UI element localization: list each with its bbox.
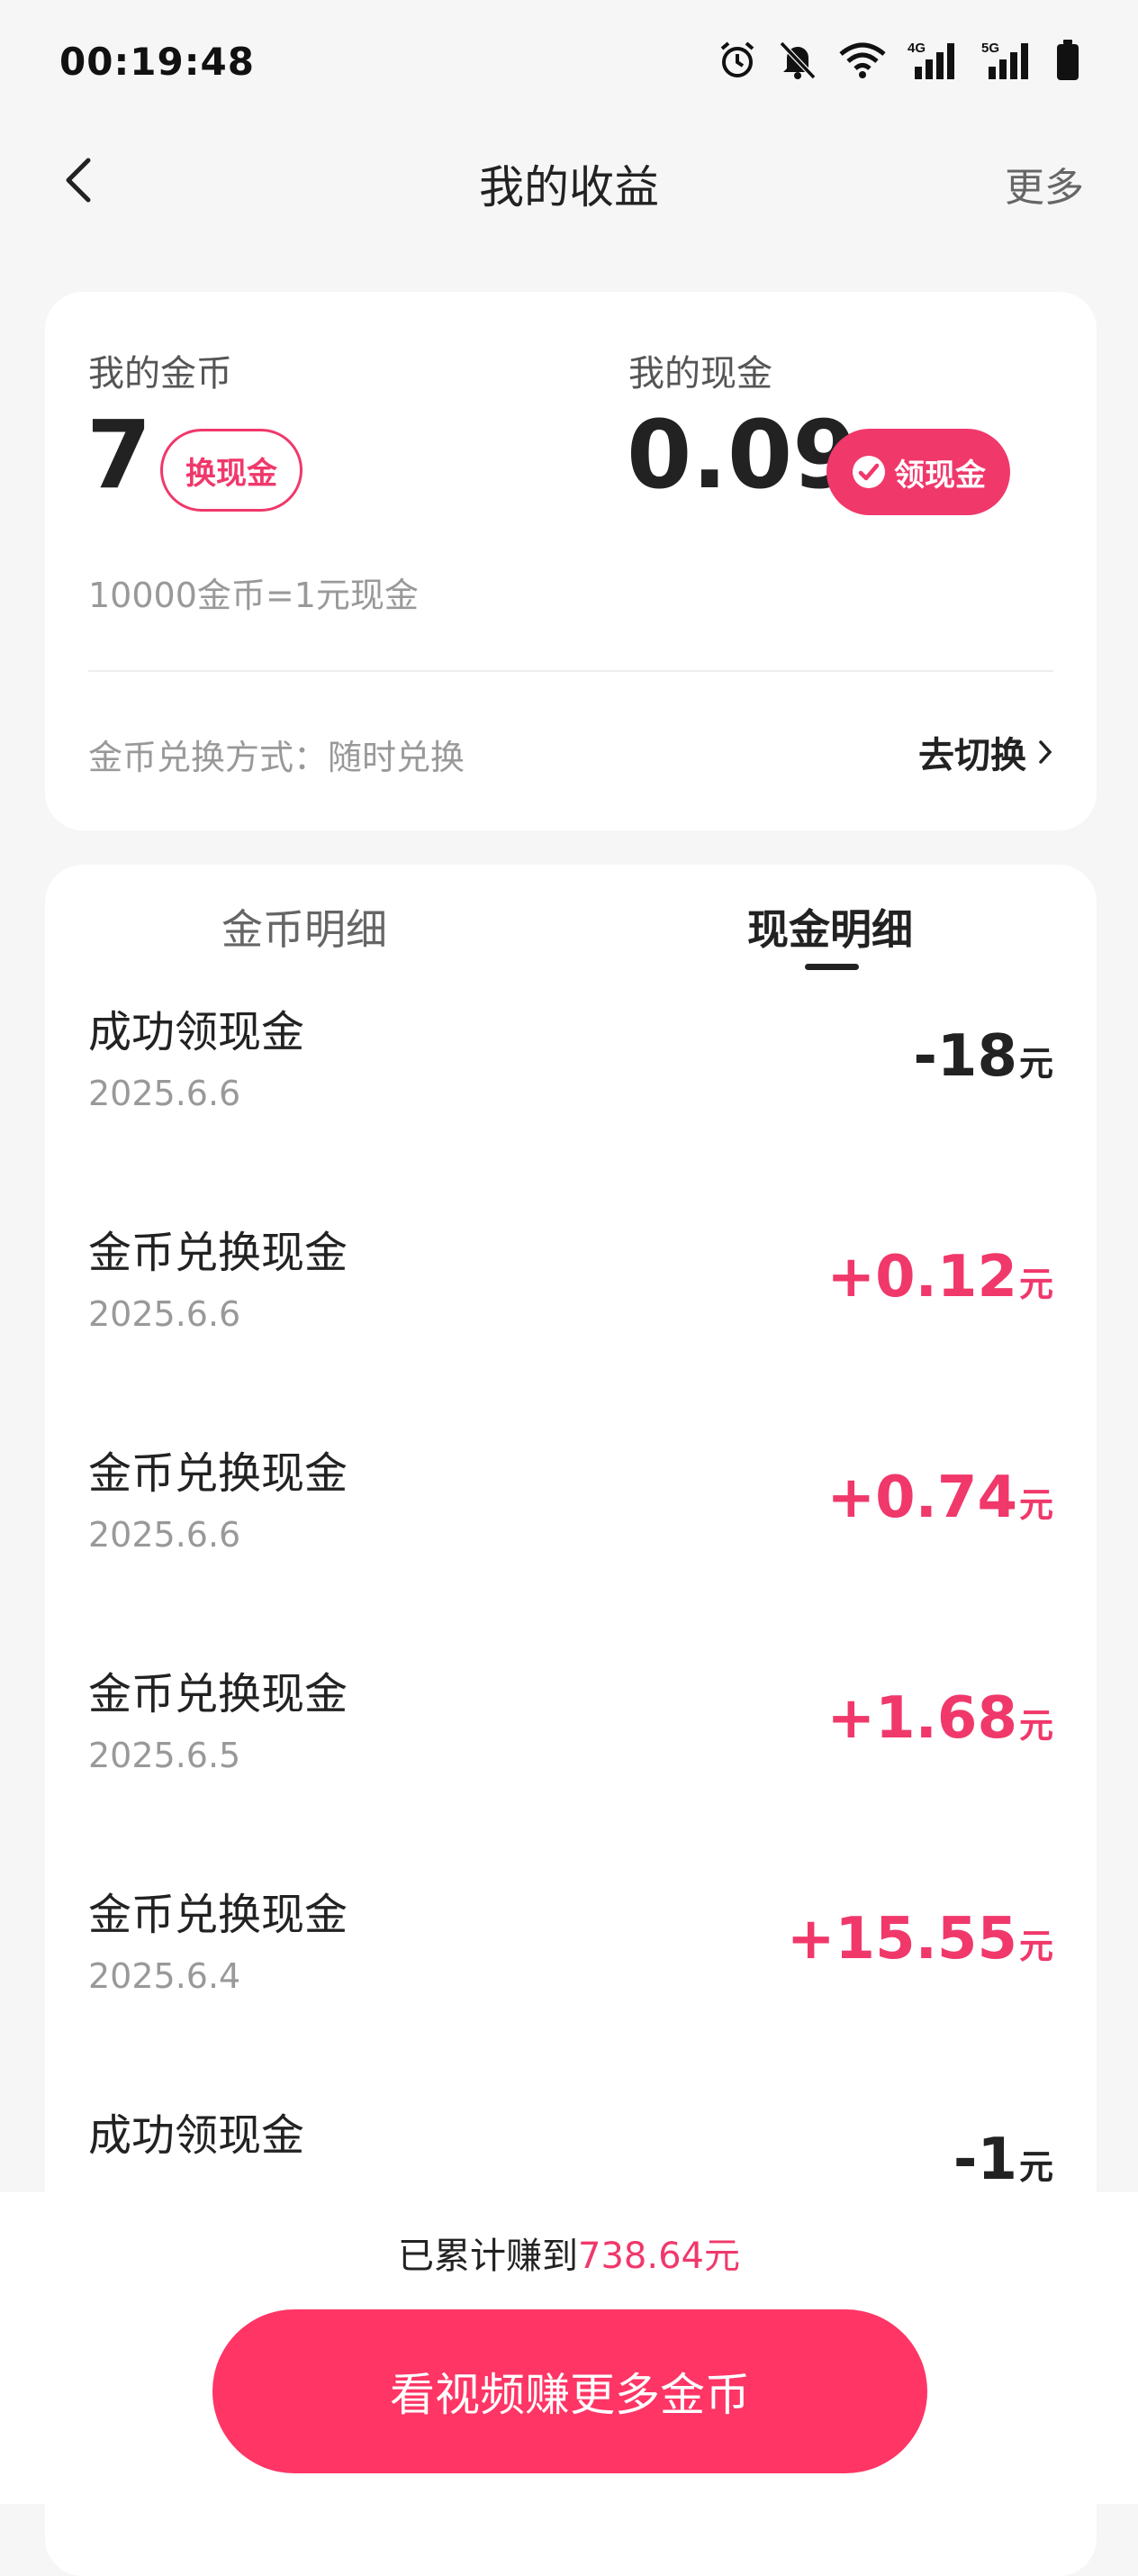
signal-5g-label: 5G xyxy=(981,41,999,56)
mute-bell-icon xyxy=(778,40,817,81)
transaction-title: 金币兑换现金 xyxy=(88,1669,348,1719)
chevron-right-icon xyxy=(1039,740,1052,764)
status-bar: 00:19:48 4G 5G xyxy=(0,0,1138,126)
transaction-amount: +1.68 元 xyxy=(826,1685,1053,1752)
withdraw-cash-label: 领现金 xyxy=(894,457,986,494)
active-tab-indicator xyxy=(805,964,859,970)
transaction-title: 成功领现金 xyxy=(88,1007,305,1057)
total-earned-prefix: 已累计赚到 xyxy=(398,2236,579,2277)
amount-value: +0.12 xyxy=(826,1244,1017,1311)
transaction-amount: -1 元 xyxy=(953,2127,1053,2193)
status-time: 00:19:48 xyxy=(59,40,255,84)
transaction-amount: +0.74 元 xyxy=(826,1465,1053,1531)
transaction-date: 2025.6.5 xyxy=(88,1736,241,1775)
tab-cash-detail[interactable]: 现金明细 xyxy=(747,897,913,957)
transaction-date: 2025.6.6 xyxy=(88,1515,241,1555)
transaction-title: 金币兑换现金 xyxy=(88,1448,348,1499)
transaction-amount: +0.12 元 xyxy=(826,1244,1053,1311)
amount-value: +0.74 xyxy=(826,1465,1017,1531)
transaction-title: 金币兑换现金 xyxy=(88,1228,348,1278)
amount-unit: 元 xyxy=(1018,1927,1053,1966)
amount-unit: 元 xyxy=(1018,1265,1053,1304)
list-item: 金币兑换现金 2025.6.6 +0.12 元 xyxy=(45,1204,1097,1425)
amount-value: -18 xyxy=(913,1023,1017,1090)
list-item: 金币兑换现金 2025.6.5 +1.68 元 xyxy=(45,1646,1097,1866)
coin-value: 7 xyxy=(86,400,152,510)
watch-video-button[interactable]: 看视频赚更多金币 xyxy=(212,2309,927,2473)
exchange-rate-text: 10000金币=1元现金 xyxy=(88,576,419,615)
total-earned-value: 738.64元 xyxy=(578,2236,740,2277)
exchange-cash-button[interactable]: 换现金 xyxy=(160,429,303,512)
exchange-method-text: 金币兑换方式：随时兑换 xyxy=(88,738,465,777)
signal-4g-icon: 4G xyxy=(908,40,962,81)
nav-bar: 我的收益 更多 xyxy=(0,126,1138,234)
amount-unit: 元 xyxy=(1018,1485,1053,1525)
list-item: 金币兑换现金 2025.6.4 +15.55 元 xyxy=(45,1866,1097,2087)
transaction-title: 成功领现金 xyxy=(88,2110,305,2161)
alarm-icon xyxy=(717,40,758,81)
amount-unit: 元 xyxy=(1018,2147,1053,2187)
page-title: 我的收益 xyxy=(479,161,659,213)
tab-coin-detail[interactable]: 金币明细 xyxy=(221,897,387,957)
switch-method-link[interactable]: 去切换 xyxy=(918,726,1053,778)
status-icons: 4G 5G xyxy=(717,40,1080,81)
wechat-pay-icon xyxy=(851,454,887,490)
amount-value: -1 xyxy=(953,2127,1017,2193)
coin-label: 我的金币 xyxy=(88,353,232,395)
list-item: 成功领现金 2025.6.6 -18 元 xyxy=(45,984,1097,1204)
amount-unit: 元 xyxy=(1018,1044,1053,1084)
withdraw-cash-button[interactable]: 领现金 xyxy=(826,429,1010,515)
amount-value: +15.55 xyxy=(786,1906,1017,1973)
wifi-icon xyxy=(837,41,888,79)
cash-value: 0.09 xyxy=(627,400,858,510)
transaction-date: 2025.6.4 xyxy=(88,1956,241,1996)
transaction-list: 成功领现金 2025.6.6 -18 元 金币兑换现金 2025.6.6 +0.1… xyxy=(45,984,1097,2308)
amount-value: +1.68 xyxy=(826,1685,1017,1752)
transaction-date: 2025.6.6 xyxy=(88,1074,241,1113)
transaction-amount: +15.55 元 xyxy=(787,1906,1053,1973)
more-link[interactable]: 更多 xyxy=(1005,155,1084,213)
total-earned: 已累计赚到738.64元 xyxy=(0,2227,1138,2279)
transaction-amount: -18 元 xyxy=(913,1023,1053,1090)
cash-label: 我的现金 xyxy=(628,353,772,395)
transaction-title: 金币兑换现金 xyxy=(88,1890,348,1940)
transaction-date: 2025.6.6 xyxy=(88,1294,241,1334)
balance-card: 我的金币 7 换现金 我的现金 0.09 领现金 10000金币=1元现金 金币… xyxy=(45,292,1097,830)
signal-4g-label: 4G xyxy=(908,41,926,56)
signal-5g-icon: 5G xyxy=(981,40,1035,81)
divider xyxy=(88,670,1053,672)
amount-unit: 元 xyxy=(1018,1706,1053,1746)
list-item: 金币兑换现金 2025.6.6 +0.74 元 xyxy=(45,1425,1097,1646)
battery-icon xyxy=(1055,40,1080,81)
bottom-bar: 已累计赚到738.64元 看视频赚更多金币 xyxy=(0,2192,1138,2504)
switch-method-label: 去切换 xyxy=(918,735,1026,776)
